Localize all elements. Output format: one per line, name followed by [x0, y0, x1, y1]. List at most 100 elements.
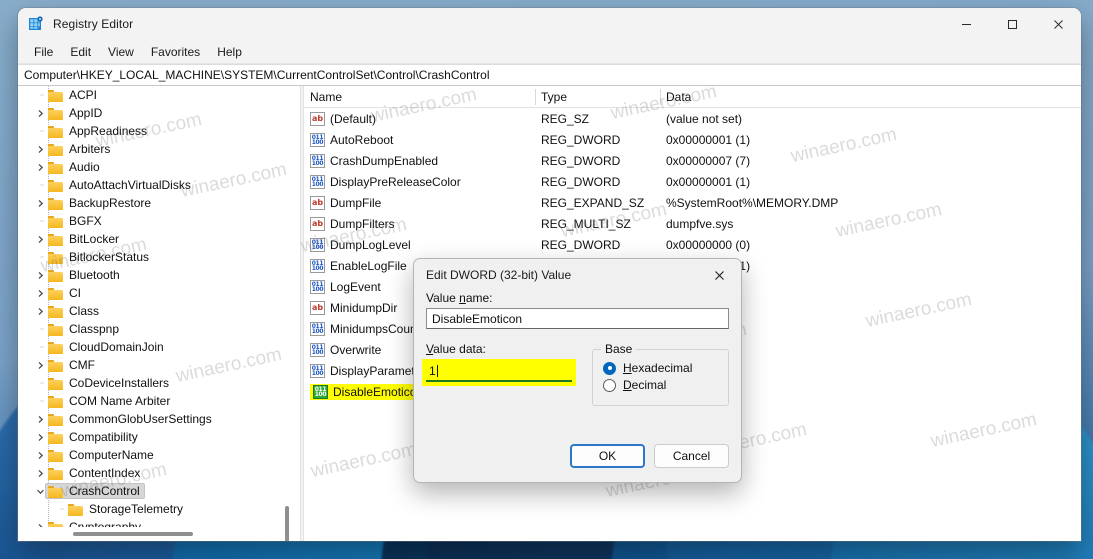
tree-item-bitlockerstatus[interactable]: BitlockerStatus — [18, 248, 300, 266]
tree-guide-stub — [32, 176, 48, 194]
tree-item-label: AppReadiness — [69, 124, 148, 138]
tree-item-bluetooth[interactable]: Bluetooth — [18, 266, 300, 284]
dword-value-icon: 011 100 — [310, 153, 325, 168]
table-row[interactable]: ab DumpFilters REG_MULTI_SZ dumpfve.sys — [304, 213, 1081, 234]
tree-item-bitlocker[interactable]: BitLocker — [18, 230, 300, 248]
tree-item-arbiters[interactable]: Arbiters — [18, 140, 300, 158]
tree-item-label: Cryptography — [69, 520, 142, 527]
dialog-title-bar[interactable]: Edit DWORD (32-bit) Value — [414, 259, 741, 291]
dialog-close-icon[interactable] — [697, 259, 741, 291]
chevron-right-icon[interactable] — [32, 163, 48, 172]
tree-item-content: BackupRestore — [48, 196, 151, 210]
tree-item-appreadiness[interactable]: AppReadiness — [18, 122, 300, 140]
menu-file[interactable]: File — [26, 43, 61, 61]
tree-guide-stub — [32, 320, 48, 338]
chevron-right-icon[interactable] — [32, 307, 48, 316]
tree-item-ci[interactable]: CI — [18, 284, 300, 302]
registry-path-bar[interactable]: Computer\HKEY_LOCAL_MACHINE\SYSTEM\Curre… — [18, 64, 1081, 86]
chevron-right-icon[interactable] — [32, 433, 48, 442]
column-header-name[interactable]: Name — [304, 86, 535, 108]
tree-item-contentindex[interactable]: ContentIndex — [18, 464, 300, 482]
folder-icon — [48, 323, 64, 336]
tree-item-crashcontrol[interactable]: CrashControl — [18, 482, 300, 500]
chevron-right-icon[interactable] — [32, 235, 48, 244]
menu-edit[interactable]: Edit — [62, 43, 99, 61]
tree-item-bgfx[interactable]: BGFX — [18, 212, 300, 230]
tree-item-computername[interactable]: ComputerName — [18, 446, 300, 464]
tree-item-label: Class — [69, 304, 100, 318]
tree-item-audio[interactable]: Audio — [18, 158, 300, 176]
tree-item-appid[interactable]: AppID — [18, 104, 300, 122]
registry-tree[interactable]: ACPI AppID AppReadiness Arbiters Audio AutoAt… — [18, 86, 300, 527]
chevron-right-icon[interactable] — [32, 109, 48, 118]
chevron-right-icon[interactable] — [32, 289, 48, 298]
tree-item-cmf[interactable]: CMF — [18, 356, 300, 374]
table-row[interactable]: ab DumpFile REG_EXPAND_SZ %SystemRoot%\MEMO… — [304, 192, 1081, 213]
close-button[interactable] — [1035, 8, 1081, 40]
tree-item-class[interactable]: Class — [18, 302, 300, 320]
chevron-right-icon[interactable] — [32, 361, 48, 370]
column-header-type[interactable]: Type — [535, 86, 660, 108]
table-row[interactable]: 011 100 CrashDumpEnabled REG_DWORD 0x0000000… — [304, 150, 1081, 171]
tree-item-content: AppID — [48, 106, 102, 120]
value-name-wrapper: 011 100 DisableEmoticon — [310, 383, 427, 400]
value-data-input[interactable]: 1 — [426, 362, 572, 382]
chevron-right-icon[interactable] — [32, 415, 48, 424]
dword-value-icon: 011 100 — [310, 342, 325, 357]
menu-bar: File Edit View Favorites Help — [18, 40, 1081, 64]
tree-item-clouddomainjoin[interactable]: CloudDomainJoin — [18, 338, 300, 356]
maximize-button[interactable] — [989, 8, 1035, 40]
value-name-cell: 011 100 AutoReboot — [304, 132, 535, 147]
menu-help[interactable]: Help — [209, 43, 250, 61]
folder-icon — [48, 107, 64, 120]
title-bar[interactable]: Registry Editor — [18, 8, 1081, 40]
minimize-button[interactable] — [943, 8, 989, 40]
radio-hexadecimal[interactable]: Hexadecimal — [603, 361, 718, 375]
value-name-wrapper: ab DumpFilters — [310, 216, 395, 231]
ok-button[interactable]: OK — [570, 444, 645, 468]
tree-item-content: Arbiters — [48, 142, 110, 156]
menu-favorites[interactable]: Favorites — [143, 43, 208, 61]
tree-item-content: CoDeviceInstallers — [48, 376, 169, 390]
tree-item-codeviceinstallers[interactable]: CoDeviceInstallers — [18, 374, 300, 392]
tree-item-compatibility[interactable]: Compatibility — [18, 428, 300, 446]
tree-item-label: CoDeviceInstallers — [69, 376, 170, 390]
tree-horizontal-scrollbar[interactable] — [18, 527, 300, 541]
tree-item-label: StorageTelemetry — [89, 502, 184, 516]
value-data-cell: 0x00000001 (1) — [666, 132, 751, 147]
tree-item-label: ComputerName — [69, 448, 154, 462]
radio-decimal[interactable]: Decimal — [603, 378, 718, 392]
tree-guide-stub — [52, 500, 68, 518]
chevron-right-icon[interactable] — [32, 199, 48, 208]
chevron-right-icon[interactable] — [32, 469, 48, 478]
folder-icon — [48, 269, 64, 282]
cancel-button[interactable]: Cancel — [654, 444, 729, 468]
table-row[interactable]: ab (Default) REG_SZ (value not set) — [304, 108, 1081, 129]
table-row[interactable]: 011 100 DumpLogLevel REG_DWORD 0x00000000 (0… — [304, 234, 1081, 255]
chevron-right-icon[interactable] — [32, 451, 48, 460]
tree-item-commonglobusersettings[interactable]: CommonGlobUserSettings — [18, 410, 300, 428]
tree-item-content: AppReadiness — [48, 124, 147, 138]
chevron-right-icon[interactable] — [32, 145, 48, 154]
tree-item-autoattachvirtualdisks[interactable]: AutoAttachVirtualDisks — [18, 176, 300, 194]
tree-item-label: Classpnp — [69, 322, 120, 336]
value-data-cell: dumpfve.sys — [666, 216, 734, 231]
table-row[interactable]: 011 100 AutoReboot REG_DWORD 0x00000001 (1) — [304, 129, 1081, 150]
tree-item-storagetelemetry[interactable]: StorageTelemetry — [18, 500, 300, 518]
string-value-icon: ab — [310, 195, 325, 210]
menu-view[interactable]: View — [100, 43, 142, 61]
folder-icon — [48, 413, 64, 426]
table-row[interactable]: 011 100 DisplayPreReleaseColor REG_DWORD 0x0… — [304, 171, 1081, 192]
dword-value-icon: 011 100 — [310, 237, 325, 252]
tree-item-backuprestore[interactable]: BackupRestore — [18, 194, 300, 212]
tree-item-classpnp[interactable]: Classpnp — [18, 320, 300, 338]
value-type-cell: REG_MULTI_SZ — [541, 216, 631, 231]
tree-item-cryptography[interactable]: Cryptography — [18, 518, 300, 527]
tree-vertical-scrollbar[interactable] — [280, 86, 294, 541]
string-value-icon: ab — [310, 216, 325, 231]
tree-item-acpi[interactable]: ACPI — [18, 86, 300, 104]
column-header-data[interactable]: Data — [660, 86, 1081, 108]
chevron-right-icon[interactable] — [32, 271, 48, 280]
value-name-input[interactable]: DisableEmoticon — [426, 308, 729, 329]
tree-item-com-name-arbiter[interactable]: COM Name Arbiter — [18, 392, 300, 410]
